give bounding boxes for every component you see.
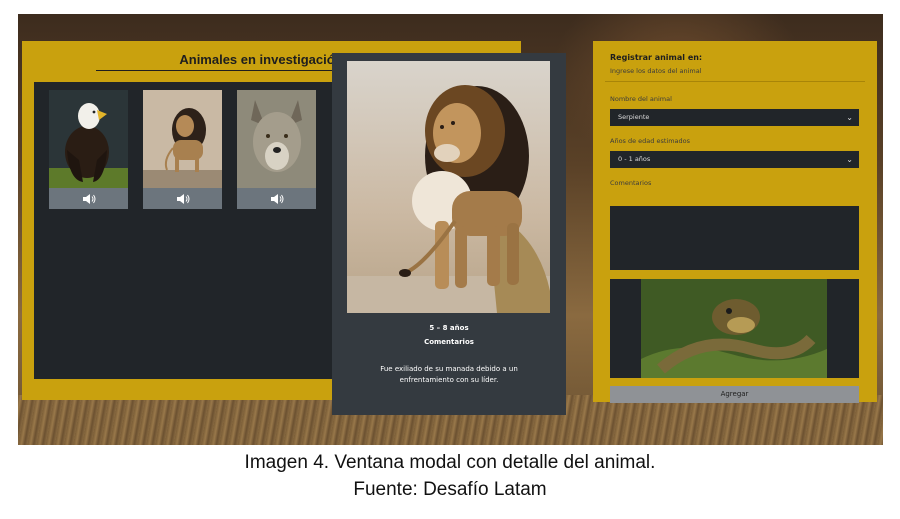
app-screenshot: Animales en investigación 5 – 8 años Com… xyxy=(18,14,883,445)
comments-label: Comentarios xyxy=(610,179,652,187)
comments-textarea[interactable] xyxy=(610,206,859,270)
add-button[interactable]: Agregar xyxy=(610,386,859,403)
speaker-icon xyxy=(176,193,189,204)
animal-name-select[interactable]: Serpiente ⌄ xyxy=(610,109,859,126)
animal-detail-modal: 5 – 8 años Comentarios Fue exiliado de s… xyxy=(332,53,566,415)
modal-lion-image xyxy=(347,61,550,313)
form-subtitle: Ingrese los datos del animal xyxy=(610,67,702,75)
animal-name-value: Serpiente xyxy=(618,113,650,121)
age-value: 0 - 1 años xyxy=(618,155,651,163)
register-form: Registrar animal en: Ingrese los datos d… xyxy=(593,41,877,403)
form-title: Registrar animal en: xyxy=(610,53,703,62)
play-sound-button[interactable] xyxy=(237,188,316,209)
snake-image xyxy=(641,279,827,378)
chevron-down-icon: ⌄ xyxy=(846,155,853,164)
animal-card-lion[interactable] xyxy=(143,90,222,209)
age-select[interactable]: 0 - 1 años ⌄ xyxy=(610,151,859,168)
lion-thumbnail[interactable] xyxy=(143,90,222,188)
eagle-image[interactable] xyxy=(49,90,128,188)
speaker-icon xyxy=(270,193,283,204)
animal-card-wolf[interactable] xyxy=(237,90,316,209)
play-sound-button[interactable] xyxy=(49,188,128,209)
play-sound-button[interactable] xyxy=(143,188,222,209)
modal-comments-heading: Comentarios xyxy=(424,338,474,346)
animal-name-label: Nombre del animal xyxy=(610,95,672,103)
form-divider xyxy=(605,81,865,82)
figure-source: Fuente: Desafío Latam xyxy=(353,479,547,500)
wolf-image[interactable] xyxy=(237,90,316,188)
speaker-icon xyxy=(82,193,95,204)
animal-card-eagle[interactable] xyxy=(49,90,128,209)
modal-age: 5 – 8 años xyxy=(429,324,469,332)
age-label: Años de edad estimados xyxy=(610,137,691,145)
figure-caption: Imagen 4. Ventana modal con detalle del … xyxy=(244,452,656,473)
animal-preview xyxy=(610,279,859,378)
modal-comment-text: Fue exiliado de su manada debido a un en… xyxy=(380,365,518,384)
chevron-down-icon: ⌄ xyxy=(846,113,853,122)
